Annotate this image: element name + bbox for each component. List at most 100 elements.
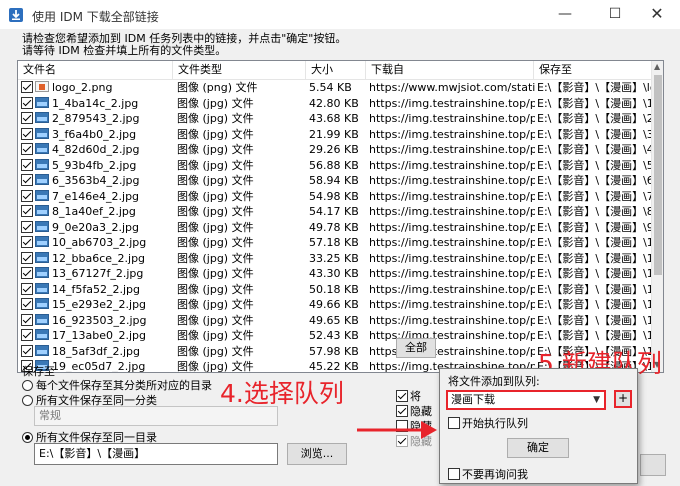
cell-filename: 18_5af3df_2.jpg — [21, 344, 173, 359]
select-all-button[interactable]: 全部 — [396, 338, 436, 358]
cell-size: 45.22 KB — [309, 360, 359, 373]
table-row[interactable]: 16_923503_2.jpg 图像 (jpg) 文件 49.65 KB https:… — [18, 313, 651, 329]
radio-label: 每个文件保存至其分类所对应的目录 — [36, 379, 212, 392]
cell-source: https://img.testrainshine.top/prod/3... — [369, 344, 535, 358]
column-header-saveto[interactable]: 保存至 — [534, 61, 651, 80]
table-row[interactable]: 5_93b4fb_2.jpg 图像 (jpg) 文件 56.88 KB https:/… — [18, 158, 651, 174]
dont-ask-checkbox[interactable]: 不要再询问我 — [448, 466, 528, 482]
row-checkbox[interactable] — [21, 344, 33, 357]
chevron-down-icon[interactable]: ▼ — [593, 392, 600, 408]
cell-filetype: 图像 (jpg) 文件 — [177, 298, 254, 311]
queue-select[interactable]: 漫画下载 ▼ — [446, 390, 606, 410]
table-row[interactable]: 15_e293e2_2.jpg 图像 (jpg) 文件 49.66 KB https:… — [18, 297, 651, 313]
cell-saveto: E:\【影音】\【漫画】\8_1 — [537, 205, 651, 218]
cell-filetype: 图像 (jpg) 文件 — [177, 236, 254, 249]
close-button[interactable]: ✕ — [634, 0, 680, 30]
cell-saveto: E:\【影音】\【漫画】\17_ — [537, 329, 651, 342]
option-partial-1[interactable]: 将 — [396, 388, 436, 404]
table-row[interactable]: 10_ab6703_2.jpg 图像 (jpg) 文件 57.18 KB https:… — [18, 235, 651, 251]
start-queue-checkbox[interactable]: 开始执行队列 — [448, 415, 528, 431]
cell-source: https://img.testrainshine.top/prod/3... — [369, 236, 535, 249]
column-header-filename[interactable]: 文件名 — [18, 61, 173, 80]
row-checkbox[interactable] — [21, 282, 33, 295]
cell-size: 33.25 KB — [309, 251, 359, 265]
table-row[interactable]: 7_e146e4_2.jpg 图像 (jpg) 文件 54.98 KB https:/… — [18, 189, 651, 205]
cell-source: https://img.testrainshine.top/prod/3... — [369, 267, 535, 280]
row-checkbox[interactable] — [21, 205, 33, 217]
option-partial-2[interactable]: 隐藏 — [396, 403, 436, 419]
cell-source: https://img.testrainshine.top/prod/3... — [369, 127, 535, 141]
table-row[interactable]: 14_f5fa52_2.jpg 图像 (jpg) 文件 50.18 KB https:… — [18, 282, 651, 298]
row-checkbox[interactable] — [21, 220, 33, 233]
table-row[interactable]: 8_1a40ef_2.jpg 图像 (jpg) 文件 54.17 KB https:/… — [18, 204, 651, 220]
checkbox[interactable] — [448, 417, 460, 429]
table-row[interactable]: 2_879543_2.jpg 图像 (jpg) 文件 43.68 KB https:/… — [18, 111, 651, 127]
row-checkbox[interactable] — [21, 158, 33, 171]
checkbox[interactable] — [448, 468, 460, 480]
cell-saveto: E:\【影音】\【漫画】\13_ — [537, 267, 651, 280]
row-checkbox[interactable] — [21, 298, 33, 310]
row-checkbox[interactable] — [21, 143, 33, 155]
radio-dot-selected[interactable] — [22, 432, 33, 443]
cell-source: https://img.testrainshine.top/prod/3... — [369, 143, 535, 156]
table-row[interactable]: 1_4ba14c_2.jpg 图像 (jpg) 文件 42.80 KB https:/… — [18, 96, 651, 112]
cell-filetype: 图像 (jpg) 文件 — [177, 112, 254, 125]
row-checkbox[interactable] — [21, 174, 33, 186]
row-checkbox[interactable] — [21, 251, 33, 264]
background-button-partial[interactable] — [640, 454, 666, 476]
cell-filename: logo_2.png — [21, 80, 173, 95]
column-header-filetype[interactable]: 文件类型 — [173, 61, 306, 80]
cell-saveto: E:\【影音】\【漫画】\5_9 — [537, 158, 651, 172]
maximize-button[interactable]: ☐ — [592, 0, 638, 30]
row-checkbox[interactable] — [21, 96, 33, 109]
cell-saveto: E:\【影音】\【漫画】\7_e — [537, 189, 651, 203]
table-row[interactable]: 12_bba6ce_2.jpg 图像 (jpg) 文件 33.25 KB https:… — [18, 251, 651, 267]
new-queue-button[interactable]: + — [614, 390, 632, 408]
column-header-source[interactable]: 下载自 — [366, 61, 534, 80]
table-row[interactable]: 17_13abe0_2.jpg 图像 (jpg) 文件 52.43 KB https:… — [18, 328, 651, 344]
save-path-input[interactable]: E:\【影音】\【漫画】 — [34, 443, 278, 465]
cell-filename: 13_67127f_2.jpg — [21, 266, 173, 281]
checkbox[interactable] — [396, 405, 408, 417]
cell-source: https://img.testrainshine.top/prod/3... — [369, 282, 535, 296]
cell-filetype: 图像 (jpg) 文件 — [177, 220, 254, 234]
table-row[interactable]: 13_67127f_2.jpg 图像 (jpg) 文件 43.30 KB https:… — [18, 266, 651, 282]
row-checkbox[interactable] — [21, 236, 33, 248]
row-checkbox[interactable] — [21, 127, 33, 140]
row-checkbox[interactable] — [21, 267, 33, 279]
vertical-scrollbar[interactable]: ▲ ▼ — [651, 61, 663, 372]
cell-filetype: 图像 (jpg) 文件 — [177, 189, 254, 203]
browse-button[interactable]: 浏览... — [287, 443, 347, 465]
row-checkbox[interactable] — [21, 81, 33, 93]
cell-filename: 6_3563b4_2.jpg — [21, 173, 173, 188]
file-list[interactable]: 文件名 文件类型 大小 下载自 保存至 logo_2.png 图像 (png) 文… — [17, 60, 664, 373]
cell-filetype: 图像 (jpg) 文件 — [177, 127, 254, 141]
cell-filename: 16_923503_2.jpg — [21, 313, 173, 328]
scroll-thumb[interactable] — [654, 75, 662, 275]
minimize-button[interactable]: — — [542, 0, 588, 30]
row-checkbox[interactable] — [21, 189, 33, 202]
table-row[interactable]: logo_2.png 图像 (png) 文件 5.54 KB https://www.… — [18, 80, 651, 96]
cell-source: https://img.testrainshine.top/prod/3... — [369, 205, 535, 218]
scroll-up-icon[interactable]: ▲ — [654, 62, 660, 71]
table-row[interactable]: 4_82d60d_2.jpg 图像 (jpg) 文件 29.26 KB https:/… — [18, 142, 651, 158]
table-row[interactable]: 9_0e20a3_2.jpg 图像 (jpg) 文件 49.78 KB https:/… — [18, 220, 651, 236]
checkbox[interactable] — [396, 390, 408, 402]
cell-filename: 1_4ba14c_2.jpg — [21, 96, 173, 111]
image-file-icon — [35, 282, 49, 294]
row-checkbox[interactable] — [21, 329, 33, 341]
radio-dot[interactable] — [22, 395, 33, 406]
ok-button[interactable]: 确定 — [507, 438, 569, 458]
cell-size: 29.26 KB — [309, 143, 359, 156]
radio-dot[interactable] — [22, 380, 33, 391]
table-row[interactable]: 3_f6a4b0_2.jpg 图像 (jpg) 文件 21.99 KB https:/… — [18, 127, 651, 143]
row-checkbox[interactable] — [21, 112, 33, 124]
cell-filename: 7_e146e4_2.jpg — [21, 189, 173, 204]
cell-size: 43.68 KB — [309, 112, 359, 125]
cell-filename: 4_82d60d_2.jpg — [21, 142, 173, 157]
radio-save-by-category[interactable]: 每个文件保存至其分类所对应的目录 — [22, 377, 212, 393]
row-checkbox[interactable] — [21, 313, 33, 326]
column-header-size[interactable]: 大小 — [306, 61, 366, 80]
image-file-icon — [35, 81, 49, 92]
table-row[interactable]: 6_3563b4_2.jpg 图像 (jpg) 文件 58.94 KB https:/… — [18, 173, 651, 189]
